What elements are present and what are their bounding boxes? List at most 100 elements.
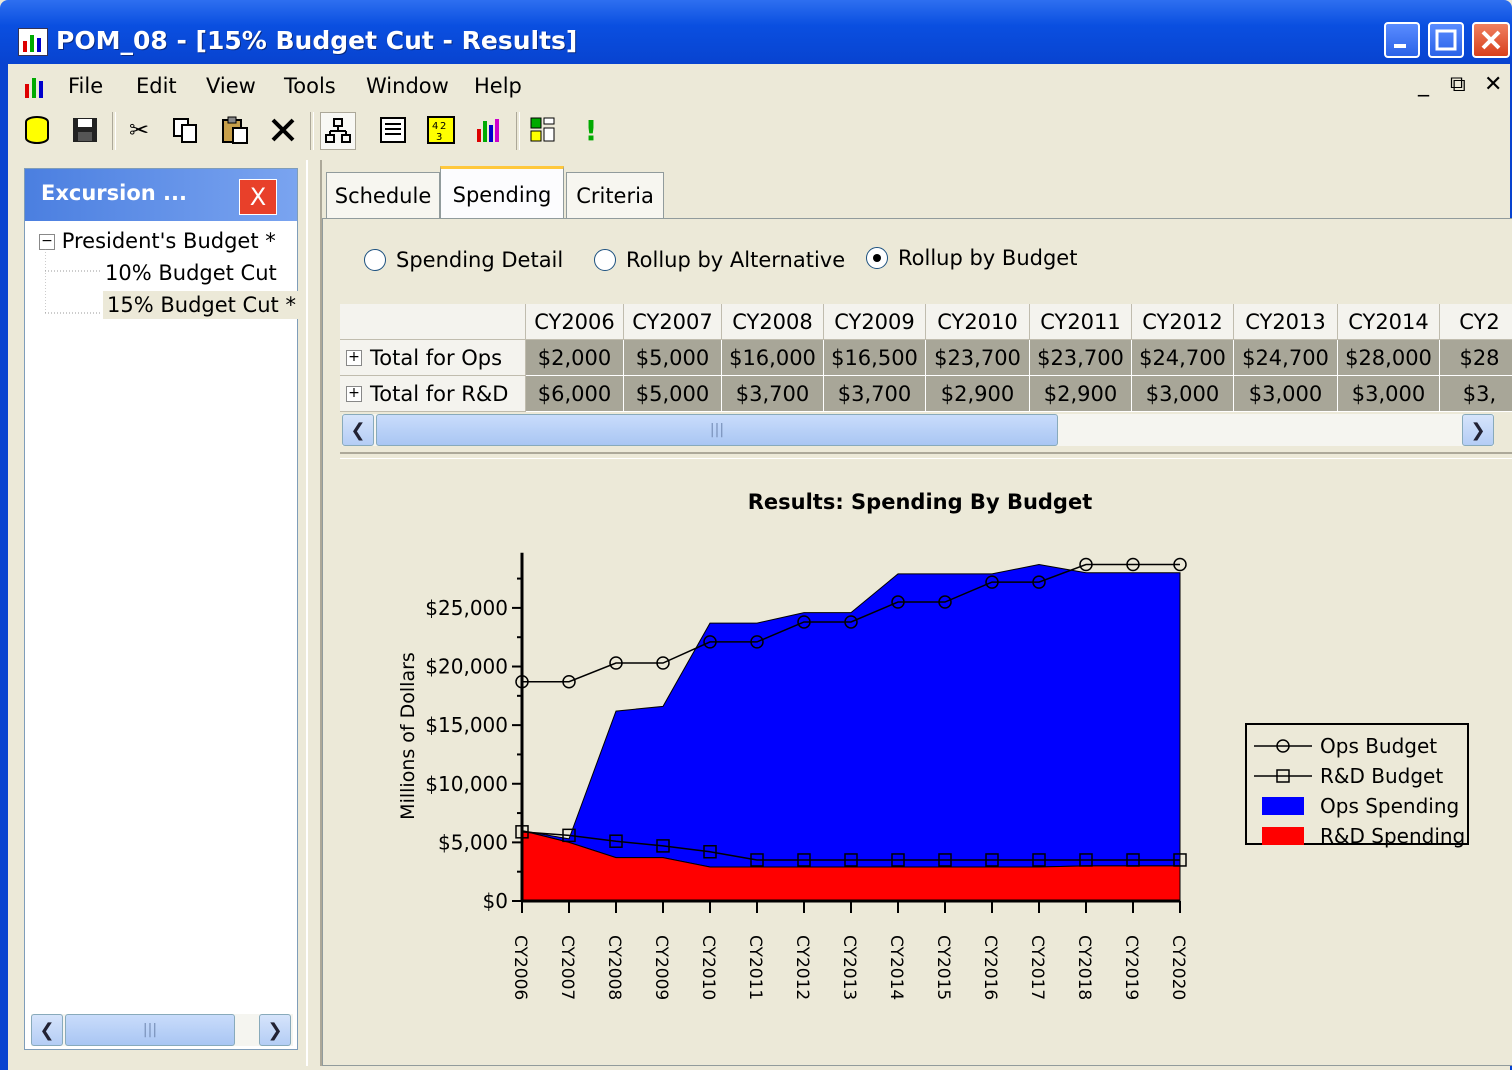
scroll-left-icon[interactable]: ❮ — [342, 414, 374, 446]
tree-node-label: 10% Budget Cut — [105, 261, 277, 285]
table-column-header[interactable]: CY2013 — [1234, 304, 1338, 340]
table-cell[interactable]: $3,700 — [722, 376, 824, 412]
table-cell[interactable]: $2,900 — [1030, 376, 1132, 412]
paste-icon[interactable] — [218, 112, 252, 148]
tab-criteria[interactable]: Criteria — [566, 172, 664, 219]
menu-tools[interactable]: Tools — [284, 74, 336, 98]
maximize-button[interactable] — [1428, 22, 1464, 58]
table-column-header[interactable]: CY2012 — [1132, 304, 1234, 340]
mdi-close-button[interactable]: ✕ — [1484, 72, 1502, 97]
table-cell[interactable]: $2,000 — [526, 340, 624, 376]
tree-node-10-budget-cut[interactable]: 10% Budget Cut — [105, 261, 277, 285]
menu-window[interactable]: Window — [366, 74, 449, 98]
radio-button[interactable] — [866, 247, 888, 269]
menu-edit[interactable]: Edit — [136, 74, 177, 98]
table-row-header-rd[interactable]: + Total for R&D — [340, 376, 526, 412]
mdi-minimize-button[interactable]: _ — [1418, 72, 1429, 97]
table-cell[interactable]: $3,000 — [1132, 376, 1234, 412]
table-scrollbar[interactable]: ❮ ||| ❯ — [342, 414, 1494, 446]
cut-icon[interactable]: ✂ — [122, 112, 156, 148]
mdi-chart-icon — [24, 76, 48, 103]
menu-file[interactable]: File — [68, 74, 103, 98]
table-cell[interactable]: $3,000 — [1338, 376, 1440, 412]
scroll-thumb[interactable]: ||| — [65, 1014, 235, 1046]
run-icon[interactable]: ! — [574, 112, 608, 148]
toolbar: ✂ 423 ! — [8, 108, 1510, 154]
scroll-right-icon[interactable]: ❯ — [259, 1014, 291, 1046]
table-column-header[interactable]: CY2010 — [926, 304, 1030, 340]
delete-icon[interactable] — [266, 112, 300, 148]
table-cell[interactable]: $24,700 — [1132, 340, 1234, 376]
table-divider — [340, 452, 1512, 459]
table-column-header[interactable]: CY2008 — [722, 304, 824, 340]
panel-splitter[interactable] — [306, 160, 322, 1066]
radio-button[interactable] — [364, 249, 386, 271]
row-label: Total for R&D — [370, 381, 509, 406]
table-cell[interactable]: $28,000 — [1338, 340, 1440, 376]
table-cell[interactable]: $3, — [1440, 376, 1512, 412]
radio-rollup-by-budget[interactable]: Rollup by Budget — [866, 246, 1077, 270]
left-panel-scrollbar[interactable]: ❮ ||| ❯ — [31, 1014, 293, 1046]
tab-schedule[interactable]: Schedule — [326, 172, 440, 219]
radio-rollup-by-alternative[interactable]: Rollup by Alternative — [594, 248, 845, 272]
menu-view[interactable]: View — [206, 74, 256, 98]
scroll-thumb[interactable]: ||| — [376, 414, 1058, 446]
table-cell[interactable]: $3,700 — [824, 376, 926, 412]
scroll-left-icon[interactable]: ❮ — [31, 1014, 63, 1046]
table-row-header-ops[interactable]: + Total for Ops — [340, 340, 526, 376]
svg-text:2: 2 — [440, 121, 446, 132]
radio-button[interactable] — [594, 249, 616, 271]
list-icon[interactable] — [376, 112, 410, 148]
table-cell[interactable]: $16,000 — [722, 340, 824, 376]
table-cell[interactable]: $2,900 — [926, 376, 1030, 412]
excursion-panel-close-button[interactable]: X — [239, 179, 277, 215]
table-cell[interactable]: $6,000 — [526, 376, 624, 412]
table-cell[interactable]: $24,700 — [1234, 340, 1338, 376]
close-button[interactable] — [1472, 22, 1510, 58]
y-tick-label: $0 — [483, 889, 508, 913]
radio-spending-detail[interactable]: Spending Detail — [364, 248, 563, 272]
app-icon — [18, 28, 48, 56]
database-icon[interactable] — [20, 112, 54, 148]
table-cell[interactable]: $5,000 — [624, 376, 722, 412]
copy-icon[interactable] — [168, 112, 202, 148]
menu-help[interactable]: Help — [474, 74, 522, 98]
save-icon[interactable] — [68, 112, 102, 148]
table-column-header[interactable]: CY2011 — [1030, 304, 1132, 340]
minimize-button[interactable] — [1384, 22, 1420, 58]
table-cell[interactable]: $16,500 — [824, 340, 926, 376]
legend-label: R&D Spending — [1320, 824, 1465, 848]
table-cell[interactable]: $5,000 — [624, 340, 722, 376]
menu-bar: File Edit View Tools Window Help _ ⧉ ✕ — [8, 70, 1510, 104]
row-expand-icon[interactable]: + — [346, 349, 362, 366]
row-expand-icon[interactable]: + — [346, 385, 362, 402]
chart-title: Results: Spending By Budget — [747, 490, 1093, 514]
y-tick-label: $10,000 — [425, 772, 508, 796]
tab-spending[interactable]: Spending — [440, 166, 564, 221]
y-tick-label: $25,000 — [425, 596, 508, 620]
tree-node-15-budget-cut[interactable]: 15% Budget Cut * — [103, 291, 300, 319]
table-column-header[interactable]: CY2009 — [824, 304, 926, 340]
spending-table: CY2006 CY2007 CY2008 CY2009 CY2010 CY2011 CY20… — [340, 304, 1512, 412]
scroll-right-icon[interactable]: ❯ — [1462, 414, 1494, 446]
blocks-icon[interactable] — [526, 112, 560, 148]
table-cell[interactable]: $3,000 — [1234, 376, 1338, 412]
table-cell[interactable]: $23,700 — [926, 340, 1030, 376]
table-column-header[interactable]: CY2006 — [526, 304, 624, 340]
toolbar-separator — [112, 112, 116, 150]
tree-icon[interactable] — [320, 112, 356, 150]
tree-expander[interactable]: − — [39, 234, 55, 250]
x-tick-label: CY2015 — [933, 935, 953, 1000]
chart-icon[interactable] — [472, 112, 506, 148]
table-cell[interactable]: $28 — [1440, 340, 1512, 376]
calc-icon[interactable]: 423 — [424, 112, 458, 148]
x-tick-label: CY2008 — [604, 935, 624, 1000]
legend-label: Ops Spending — [1320, 794, 1459, 818]
table-cell[interactable]: $23,700 — [1030, 340, 1132, 376]
y-tick-label: $20,000 — [425, 655, 508, 679]
table-column-header[interactable]: CY2014 — [1338, 304, 1440, 340]
legend-label: R&D Budget — [1320, 764, 1443, 788]
table-column-header[interactable]: CY2 — [1440, 304, 1512, 340]
table-column-header[interactable]: CY2007 — [624, 304, 722, 340]
mdi-restore-button[interactable]: ⧉ — [1450, 72, 1466, 97]
